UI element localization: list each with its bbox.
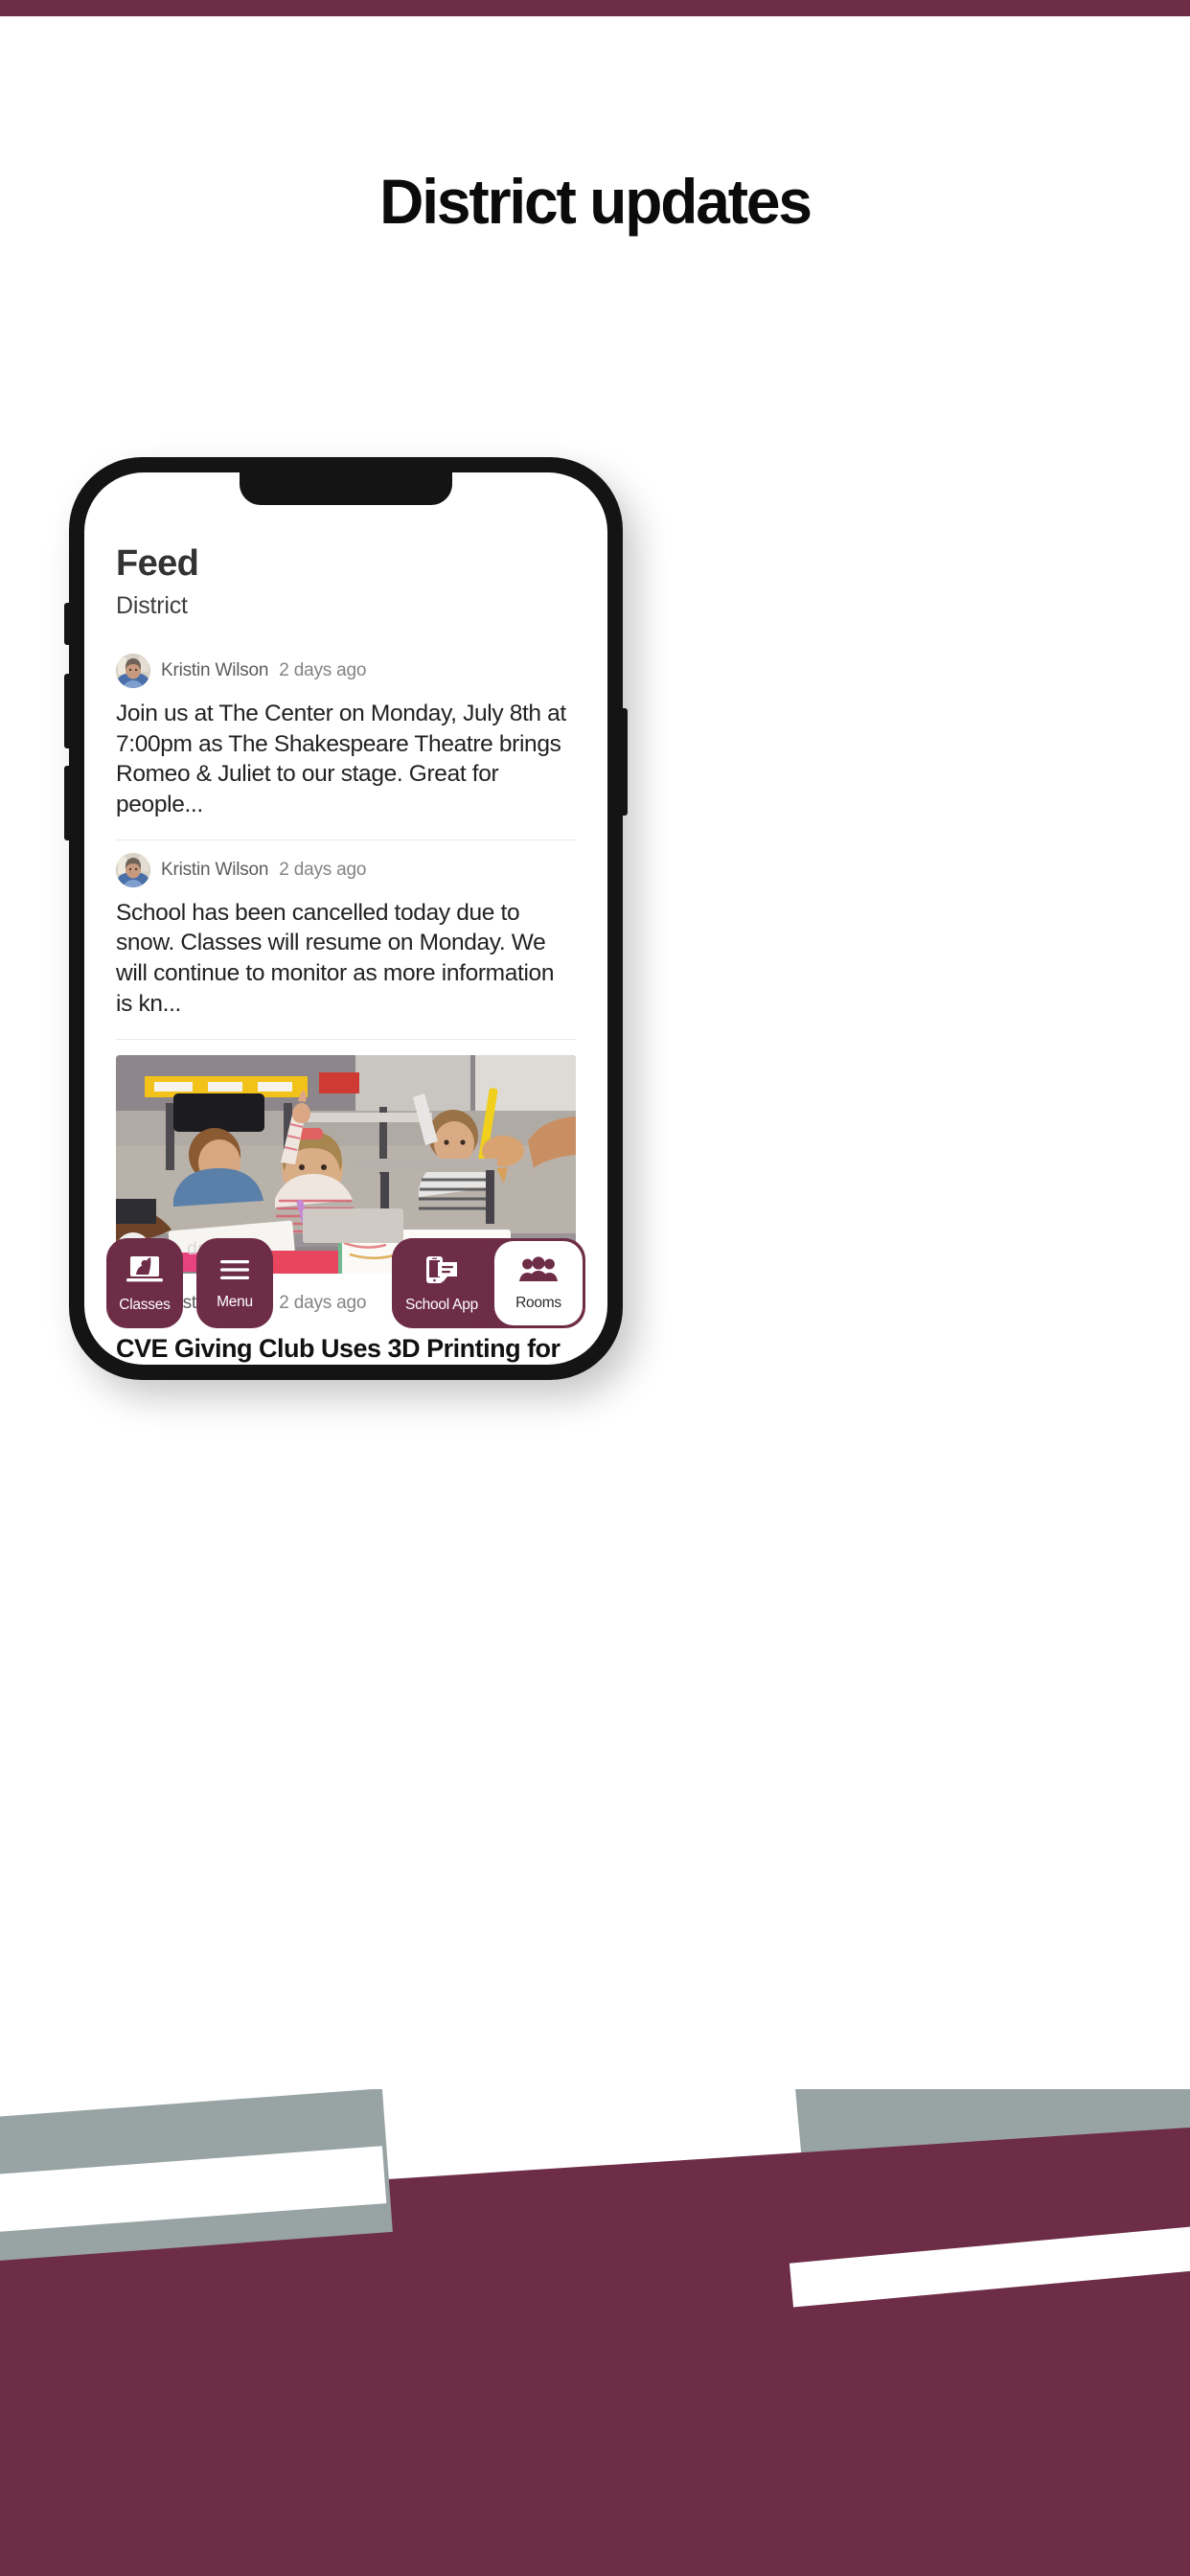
post-meta: Kristin Wilson 2 days ago [116,840,576,887]
nav-item-school-app[interactable]: School App [392,1238,492,1328]
classes-icon [126,1254,164,1290]
divider [116,1038,576,1040]
post-author: Kristin Wilson [161,859,269,880]
post-meta: Kristin Wilson 2 days ago [116,641,576,688]
post-timestamp: 2 days ago [279,859,367,880]
rooms-icon [519,1256,558,1288]
avatar [116,852,150,887]
page-title: District updates [379,166,812,237]
power-button[interactable] [622,708,628,816]
phone-screen: Feed District Kristin Wilson 2 days ago … [84,472,607,1365]
nav-label: Rooms [515,1294,561,1311]
top-accent-bar [0,0,1190,16]
screenshot-root: District updates Feed District Kristin W… [0,0,1190,2576]
volume-down-button[interactable] [64,766,70,840]
phone-mockup: Feed District Kristin Wilson 2 days ago … [64,457,628,1380]
hamburger-icon [217,1257,252,1287]
post-author: Kristin Wilson [161,659,269,680]
volume-up-button[interactable] [64,674,70,748]
nav-item-rooms[interactable]: Rooms [494,1241,583,1325]
post-headline: CVE Giving Club Uses 3D Printing for Ser… [116,1333,561,1363]
avatar [116,653,150,688]
nav-left-group: Classes Menu [106,1238,273,1328]
nav-item-classes[interactable]: Classes [106,1238,183,1328]
feed-post[interactable]: Kristin Wilson 2 days ago Join us at The… [84,641,607,840]
nav-right-group: School App Rooms [392,1238,585,1328]
bottom-nav: Classes Menu School App Rooms [84,1238,607,1328]
nav-label: Menu [217,1293,253,1310]
feed-app: Feed District Kristin Wilson 2 days ago … [84,472,607,1365]
nav-item-menu[interactable]: Menu [196,1238,273,1328]
post-timestamp: 2 days ago [279,659,367,680]
mute-switch[interactable] [64,603,70,645]
post-body: School has been cancelled today due to s… [116,899,555,1017]
background-decoration [0,2089,1190,2576]
feed-post[interactable]: Kristin Wilson 2 days ago School has bee… [84,840,607,1039]
app-title: Feed [116,543,199,584]
school-app-icon [423,1254,461,1290]
app-subtitle: District [116,591,188,619]
post-body: Join us at The Center on Monday, July 8t… [116,700,566,818]
nav-label: Classes [119,1296,171,1313]
phone-notch [240,472,452,505]
nav-label: School App [405,1296,478,1313]
